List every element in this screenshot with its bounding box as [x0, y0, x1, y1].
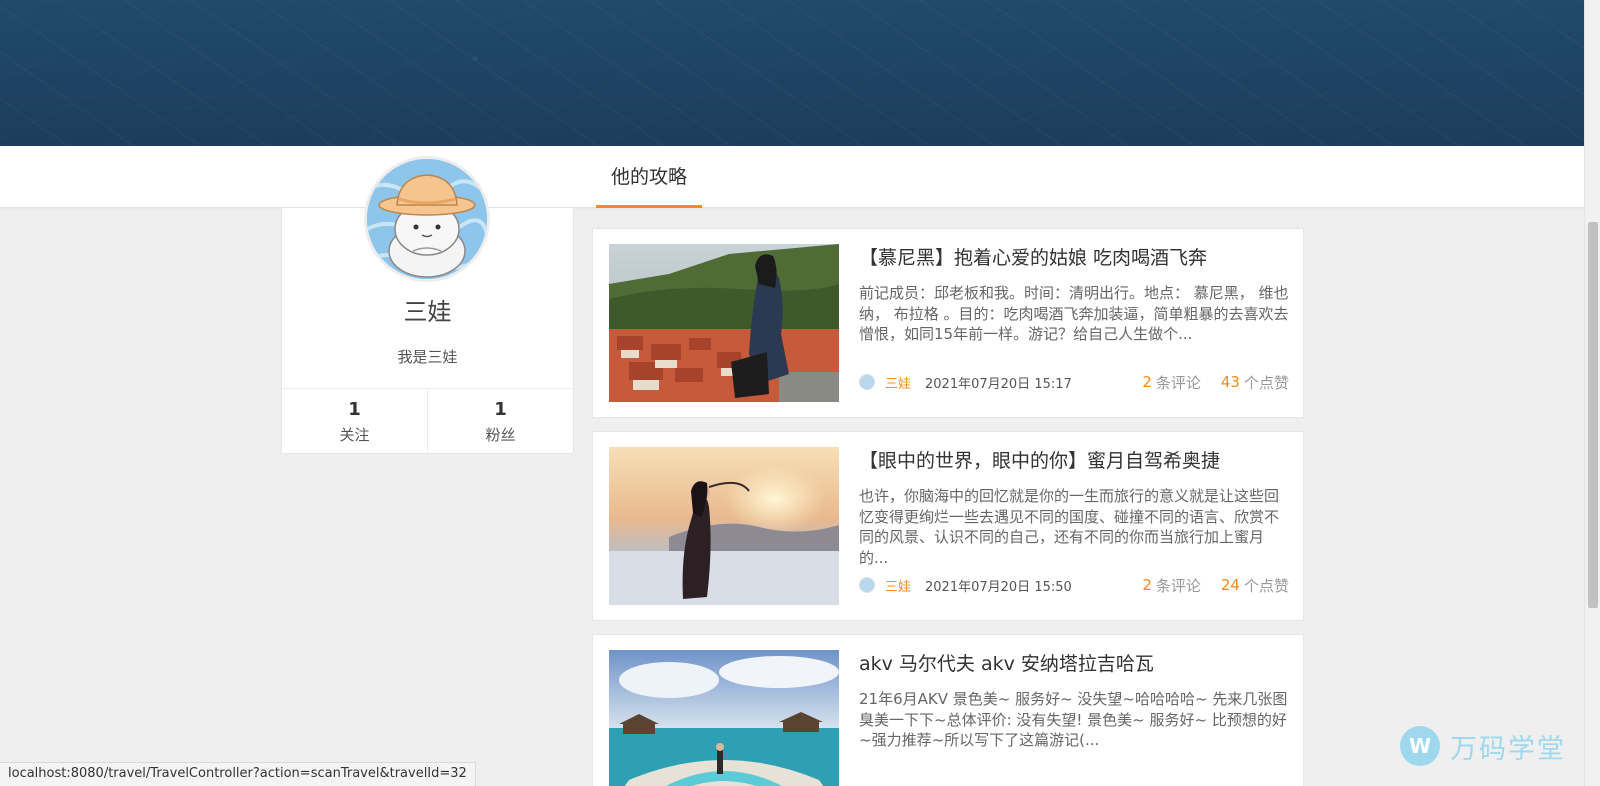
article-meta: 三娃 2021年07月20日 15:17 2 条评论 43 个点赞 — [859, 372, 1289, 392]
profile-navbar: 他的攻略 — [0, 146, 1584, 208]
article-thumbnail[interactable] — [609, 447, 839, 605]
article-thumbnail[interactable] — [609, 650, 839, 786]
like-label: 个点赞 — [1243, 576, 1289, 595]
article-excerpt: 21年6月AKV 景色美~ 服务好~ 没失望~哈哈哈哈~ 先来几张图 臭美一下下… — [859, 690, 1288, 749]
scrollbar-thumb[interactable] — [1588, 222, 1598, 608]
article-title[interactable]: 【慕尼黑】抱着心爱的姑娘 吃肉喝酒飞奔 — [859, 243, 1289, 270]
article-author[interactable]: 三娃 — [885, 373, 911, 392]
like-count: 43 — [1220, 373, 1240, 391]
following-label: 关注 — [339, 426, 370, 444]
wanma-logo-icon: W — [1400, 726, 1440, 766]
cat-bucket-hat-avatar — [367, 159, 487, 279]
article-title[interactable]: 【眼中的世界，眼中的你】蜜月自驾希奥捷 — [859, 446, 1289, 473]
watermark: W 万码学堂 — [1400, 724, 1566, 768]
page-scrollbar[interactable] — [1584, 0, 1600, 786]
profile-username: 三娃 — [403, 298, 452, 326]
watermark-text: 万码学堂 — [1450, 733, 1566, 765]
maldives-resort-image — [609, 650, 839, 786]
like-label: 个点赞 — [1243, 373, 1289, 392]
comment-count: 2 — [1142, 576, 1152, 594]
article-author[interactable]: 三娃 — [885, 576, 911, 595]
sunset-sea-image — [609, 447, 839, 605]
article-card[interactable]: 【眼中的世界，眼中的你】蜜月自驾希奥捷 也许，你脑海中的回忆就是你的一生而旅行的… — [592, 431, 1304, 621]
article-excerpt: 前记成员：邱老板和我。时间：清明出行。地点： 慕尼黑， 维也纳， 布拉格 。目的… — [859, 284, 1289, 343]
article-card[interactable]: akv 马尔代夫 akv 安纳塔拉吉哈瓦 21年6月AKV 景色美~ 服务好~ … — [592, 634, 1304, 786]
followers-label: 粉丝 — [485, 426, 516, 444]
article-meta: 三娃 2021年07月20日 15:50 2 条评论 24 个点赞 — [859, 575, 1289, 595]
article-title[interactable]: akv 马尔代夫 akv 安纳塔拉吉哈瓦 — [859, 649, 1289, 676]
profile-banner — [0, 0, 1584, 146]
profile-bio: 我是三娃 — [397, 348, 458, 366]
like-count: 24 — [1220, 576, 1240, 594]
profile-avatar[interactable] — [364, 156, 490, 282]
browser-status-url: localhost:8080/travel/TravelController?a… — [0, 762, 476, 786]
munich-landscape-image — [609, 244, 839, 402]
comment-label: 条评论 — [1155, 373, 1201, 392]
article-card[interactable]: 【慕尼黑】抱着心爱的姑娘 吃肉喝酒飞奔 前记成员：邱老板和我。时间：清明出行。地… — [592, 228, 1304, 418]
profile-stats: 1 关注 1 粉丝 — [282, 388, 573, 454]
article-date: 2021年07月20日 15:17 — [925, 376, 1072, 392]
article-date: 2021年07月20日 15:50 — [925, 579, 1072, 595]
mini-avatar-icon — [859, 374, 875, 390]
article-thumbnail[interactable] — [609, 244, 839, 402]
comment-label: 条评论 — [1155, 576, 1201, 595]
following-count: 1 — [348, 399, 361, 420]
comment-count: 2 — [1142, 373, 1152, 391]
tab-his-guides[interactable]: 他的攻略 — [596, 146, 702, 208]
article-excerpt: 也许，你脑海中的回忆就是你的一生而旅行的意义就是让这些回忆变得更绚烂一些去遇见不… — [859, 487, 1280, 567]
mini-avatar-icon — [859, 577, 875, 593]
followers-stat[interactable]: 1 粉丝 — [427, 389, 573, 454]
followers-count: 1 — [494, 399, 507, 420]
following-stat[interactable]: 1 关注 — [282, 389, 427, 454]
